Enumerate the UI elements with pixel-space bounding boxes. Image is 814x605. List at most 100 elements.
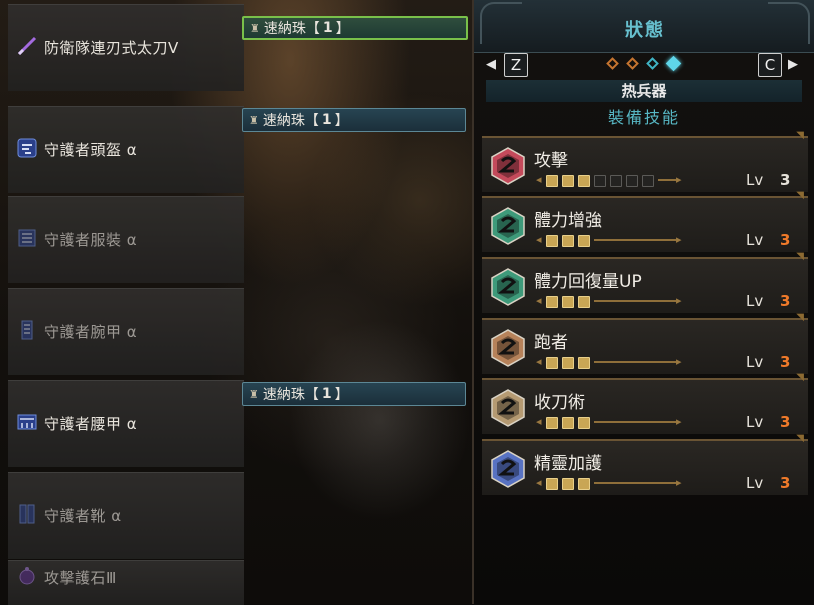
skill-name: 精靈加護 (534, 454, 602, 474)
skill-level-track: ◂ ▸ (536, 294, 686, 308)
track-line (594, 421, 676, 423)
equipment-name: 守護者腰甲 α (44, 415, 138, 433)
level-value: 3 (780, 231, 791, 249)
equipment-legs[interactable]: 守護者靴 α (8, 472, 244, 559)
skill-row[interactable]: 跑者 ◂ ▸ Lv 3 ◥ (482, 312, 808, 374)
skill-level-track: ◂ ▸ (536, 173, 686, 187)
skill-row[interactable]: 精靈加護 ◂ ▸ Lv 3 ◥ (482, 433, 808, 495)
decoration-bracket: 【 (304, 113, 319, 129)
status-panel: 狀態 ◀ Z C ▶ 热兵器 裝備技能 攻擊 ◂ ▸ Lv 3 ◥ 體力增強 ◂ ▸ Lv 3 ◥ 體力… (472, 0, 814, 604)
decoration-level: 1 (321, 386, 332, 402)
skill-row[interactable]: 攻擊 ◂ ▸ Lv 3 ◥ (482, 130, 808, 192)
skill-level-pip-filled (562, 296, 574, 308)
skill-level-pip-filled (578, 175, 590, 187)
decoration-icon: ♜ (250, 21, 260, 35)
page-dot[interactable] (646, 57, 659, 70)
equipment-name: 守護者腕甲 α (44, 323, 138, 341)
skill-level-track: ◂ ▸ (536, 415, 686, 429)
level-value: 3 (780, 413, 791, 431)
skill-level-pip-filled (578, 296, 590, 308)
level-value: 3 (780, 292, 791, 310)
skill-level-pip-filled (562, 357, 574, 369)
decoration-slot-waist[interactable]: ♜ 速納珠 【 1 】 (242, 382, 466, 406)
equipment-charm[interactable]: 攻擊護石Ⅲ (8, 560, 244, 605)
leg-armor-icon (16, 503, 38, 525)
skill-level-pip-filled (546, 235, 558, 247)
skills-section-title: 裝備技能 (607, 108, 680, 127)
arrow-left-icon[interactable]: ◀ (486, 57, 496, 72)
skill-row[interactable]: 體力回復量UP ◂ ▸ Lv 3 ◥ (482, 251, 808, 313)
decoration-slot-weapon[interactable]: ♜ 速納珠 【 1 】 (242, 16, 468, 40)
skill-level-pip-filled (578, 417, 590, 429)
skill-level-pip-empty (642, 175, 654, 187)
skill-level-pip-filled (546, 417, 558, 429)
equipment-arms[interactable]: 守護者腕甲 α (8, 288, 244, 375)
level-label: Lv (746, 474, 764, 492)
track-cap-icon: ◂ (536, 173, 542, 186)
skill-level-pip-filled (546, 175, 558, 187)
corner-ornament-icon: ◥ (796, 372, 804, 383)
corner-ornament-icon: ◥ (796, 190, 804, 201)
long-sword-icon (16, 35, 38, 57)
skill-level-track: ◂ ▸ (536, 355, 686, 369)
equipment-name: 攻擊護石Ⅲ (44, 569, 117, 587)
track-line (594, 361, 676, 363)
skill-row[interactable]: 體力增強 ◂ ▸ Lv 3 ◥ (482, 190, 808, 252)
corner-ornament-icon: ◥ (796, 130, 804, 141)
track-cap-icon: ◂ (536, 476, 542, 489)
page-dot[interactable] (626, 57, 639, 70)
skill-level-pip-filled (578, 478, 590, 490)
skill-level-pip-empty (610, 175, 622, 187)
skill-gem-icon (491, 147, 525, 185)
skill-level-pip-filled (562, 175, 574, 187)
corner-ornament-icon: ◥ (796, 312, 804, 323)
corner-ornament-icon: ◥ (796, 433, 804, 444)
charm-icon (16, 565, 38, 587)
track-cap-icon: ▸ (676, 233, 682, 246)
skill-level-pip-empty (626, 175, 638, 187)
next-page-key[interactable]: C (758, 53, 782, 77)
skill-level-pip-filled (578, 235, 590, 247)
skill-name: 體力回復量UP (534, 272, 642, 292)
equipment-waist[interactable]: 守護者腰甲 α (8, 380, 244, 467)
arrow-right-icon[interactable]: ▶ (788, 57, 798, 72)
weapon-type-label: 热兵器 (486, 80, 802, 102)
equipment-chest[interactable]: 守護者服裝 α (8, 196, 244, 283)
panel-title: 狀態 (625, 20, 665, 41)
decoration-name: 速納珠 (262, 113, 305, 129)
decoration-icon: ♜ (249, 113, 259, 127)
level-value: 3 (780, 171, 791, 189)
skill-gem-icon (491, 329, 525, 367)
skill-level-track: ◂ ▸ (536, 476, 686, 490)
track-line (594, 482, 676, 484)
decoration-bracket: 】 (334, 387, 349, 403)
page-dot-active[interactable] (665, 55, 682, 72)
track-line (594, 300, 676, 302)
decoration-name: 速納珠 (263, 21, 306, 37)
level-label: Lv (746, 292, 764, 310)
page-dot[interactable] (606, 57, 619, 70)
arm-armor-icon (16, 319, 38, 341)
decoration-slot-head[interactable]: ♜ 速納珠 【 1 】 (242, 108, 466, 132)
equipment-weapon[interactable]: 防衛隊連刃式太刀Ⅴ (8, 4, 244, 91)
page-nav: ◀ Z C ▶ (474, 53, 814, 79)
level-label: Lv (746, 353, 764, 371)
chest-armor-icon (16, 227, 38, 249)
skill-gem-icon (491, 389, 525, 427)
equipment-head[interactable]: 守護者頭盔 α (8, 106, 244, 193)
equipment-name: 守護者服裝 α (44, 231, 138, 249)
decoration-level: 1 (321, 112, 332, 128)
prev-page-key[interactable]: Z (504, 53, 528, 77)
track-cap-icon: ▸ (676, 476, 682, 489)
track-cap-icon: ◂ (536, 415, 542, 428)
skill-row[interactable]: 收刀術 ◂ ▸ Lv 3 ◥ (482, 372, 808, 434)
decoration-bracket: 】 (334, 113, 349, 129)
level-value: 3 (780, 353, 791, 371)
skill-name: 跑者 (534, 333, 568, 353)
decoration-bracket: 【 (304, 387, 319, 403)
decoration-level: 1 (322, 20, 333, 36)
skill-level-pip-filled (546, 296, 558, 308)
decoration-name: 速納珠 (262, 387, 305, 403)
skill-gem-icon (491, 207, 525, 245)
skill-level-pip-filled (578, 357, 590, 369)
